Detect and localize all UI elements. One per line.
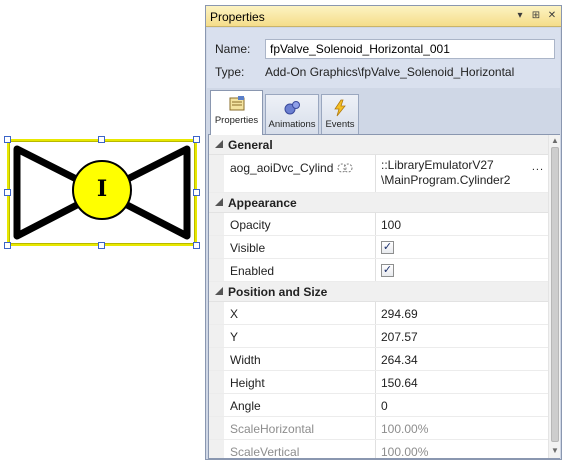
category-position-size[interactable]: Position and Size [209,282,548,302]
object-header: Name: Type: Add-On Graphics\fpValve_Sole… [207,28,560,88]
enabled-checkbox[interactable]: ✓ [381,264,394,277]
property-value[interactable]: 0 [381,399,388,413]
name-label: Name: [215,42,251,56]
property-value[interactable]: 207.57 [381,330,418,344]
tab-strip: Properties Animations Events [207,90,560,135]
category-appearance[interactable]: Appearance [209,193,548,213]
property-row-scale-vertical: ScaleVertical 100.00% [209,440,548,458]
collapse-icon[interactable] [215,198,223,206]
resize-handle-ml[interactable] [4,189,11,196]
tab-events[interactable]: Events [321,94,359,134]
property-value[interactable]: 150.64 [381,376,418,390]
tab-properties-label: Properties [214,115,259,126]
property-value: 100.00% [381,445,429,458]
animations-icon [284,101,300,115]
valve-graphic[interactable]: I [4,136,200,249]
visible-checkbox[interactable]: ✓ [381,241,394,254]
scroll-down-icon[interactable]: ▼ [551,447,559,455]
dropdown-icon[interactable]: ▾ [513,9,527,23]
property-name: Opacity [230,218,271,232]
property-value: 100.00% [381,422,429,436]
resize-handle-bm[interactable] [98,242,105,249]
property-row-y[interactable]: Y 207.57 [209,325,548,348]
scroll-thumb[interactable] [551,147,559,442]
property-value[interactable]: 100 [381,218,401,232]
property-value[interactable]: 294.69 [381,307,418,321]
property-row-width[interactable]: Width 264.34 [209,348,548,371]
resize-handle-tr[interactable] [193,136,200,143]
aoi-value-line2: \MainProgram.Cylinder2 [381,173,511,187]
property-grid-rows: General aog_aoiDvc_Cylind ::LibraryEmula… [209,135,548,458]
type-label: Type: [215,65,245,79]
property-name: Height [230,376,265,390]
link-icon [337,163,353,173]
category-label: General [228,138,273,152]
property-name: aog_aoiDvc_Cylind [230,161,334,175]
property-row-visible[interactable]: Visible ✓ [209,236,548,259]
property-row-x[interactable]: X 294.69 [209,302,548,325]
tab-events-label: Events [325,119,355,130]
close-icon[interactable]: ✕ [545,9,559,23]
property-name: Width [230,353,261,367]
property-name: Angle [230,399,261,413]
browse-button[interactable]: ... [532,161,544,173]
property-name: ScaleVertical [230,445,300,458]
property-value[interactable]: 264.34 [381,353,418,367]
property-name: Enabled [230,264,275,278]
title-bar[interactable]: Properties ▾ ⊞ ✕ [206,6,561,27]
events-icon [334,99,346,117]
property-grid: General aog_aoiDvc_Cylind ::LibraryEmula… [208,134,560,459]
window-title: Properties [210,10,265,24]
properties-icon [229,96,244,111]
property-name: ScaleHorizontal [230,422,315,436]
vertical-scrollbar[interactable]: ▲ ▼ [548,135,560,458]
resize-handle-tm[interactable] [98,136,105,143]
collapse-icon[interactable] [215,287,223,295]
name-field[interactable] [265,39,555,59]
property-row-scale-horizontal: ScaleHorizontal 100.00% [209,417,548,440]
collapse-icon[interactable] [215,140,223,148]
category-label: Appearance [228,196,297,210]
property-row-opacity[interactable]: Opacity 100 [209,213,548,236]
property-name: Y [230,330,239,344]
property-value: ::LibraryEmulatorV27 \MainProgram.Cylind… [381,158,510,188]
resize-handle-br[interactable] [193,242,200,249]
pin-icon[interactable]: ⊞ [529,9,543,23]
property-row-enabled[interactable]: Enabled ✓ [209,259,548,282]
type-value: Add-On Graphics\fpValve_Solenoid_Horizon… [265,65,515,79]
resize-handle-bl[interactable] [4,242,11,249]
property-name: X [230,307,239,321]
resize-handle-tl[interactable] [4,136,11,143]
property-row-angle[interactable]: Angle 0 [209,394,548,417]
tab-properties[interactable]: Properties [210,90,263,135]
aoi-value-line1: ::LibraryEmulatorV27 [381,158,494,172]
properties-window: Properties ▾ ⊞ ✕ Name: Type: Add-On Grap… [205,5,562,460]
tab-animations[interactable]: Animations [265,94,319,134]
tab-animations-label: Animations [268,119,316,130]
property-row-height[interactable]: Height 150.64 [209,371,548,394]
scroll-up-icon[interactable]: ▲ [551,137,559,145]
category-general[interactable]: General [209,135,548,155]
property-name: Visible [230,241,266,255]
resize-handle-mr[interactable] [193,189,200,196]
actuator-label: I [96,176,108,202]
property-row-aoi[interactable]: aog_aoiDvc_Cylind ::LibraryEmulatorV27 \… [209,155,548,193]
category-label: Position and Size [228,285,328,299]
